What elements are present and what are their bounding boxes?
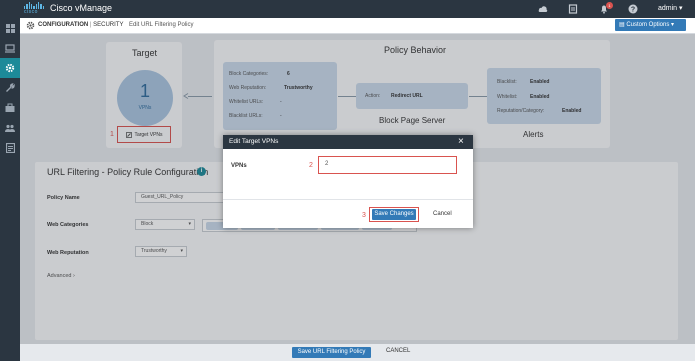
report-icon: [5, 143, 15, 153]
breadcrumb: CONFIGURATION | SECURITY: [38, 22, 124, 28]
annotation-number: 2: [309, 162, 313, 169]
sidebar-item-tools[interactable]: [0, 78, 20, 98]
cloud-icon[interactable]: [538, 4, 548, 14]
cancel-button[interactable]: CANCEL: [386, 348, 410, 354]
wrench-icon: [6, 83, 15, 92]
chevron-down-icon: ▾: [679, 5, 683, 12]
annotation-number: 3: [362, 212, 366, 219]
monitor-icon: [5, 43, 15, 53]
modal-cancel-button[interactable]: Cancel: [433, 211, 452, 217]
gear-icon: [5, 63, 15, 73]
help-icon[interactable]: ?: [628, 4, 638, 14]
modal-title: Edit Target VPNs: [229, 138, 279, 145]
sidebar-item-administration[interactable]: [0, 118, 20, 138]
user-name: admin: [658, 5, 678, 12]
app-title: Cisco vManage: [50, 3, 113, 13]
save-changes-button[interactable]: Save Changes: [372, 209, 416, 220]
sidebar: [0, 18, 20, 361]
user-menu[interactable]: admin ▾: [658, 4, 683, 12]
cisco-logo: cisco: [24, 2, 44, 16]
modal-vpns-label: VPNs: [231, 163, 247, 169]
briefcase-icon: [5, 103, 15, 112]
gear-icon: [26, 21, 35, 30]
sidebar-item-maintenance[interactable]: [0, 98, 20, 118]
sidebar-item-configuration[interactable]: [0, 58, 20, 78]
custom-options-button[interactable]: ▤ Custom Options ▾: [615, 19, 686, 31]
save-policy-button[interactable]: Save URL Filtering Policy: [292, 347, 371, 358]
chevron-down-icon: ▾: [671, 22, 675, 28]
users-icon: [5, 124, 15, 132]
sidebar-item-reports[interactable]: [0, 138, 20, 158]
grid-icon: ▤: [619, 22, 625, 28]
dashboard-icon: [5, 23, 15, 33]
logo-text: cisco: [24, 9, 38, 15]
breadcrumb-section: CONFIGURATION: [38, 22, 89, 28]
sidebar-item-dashboard[interactable]: [0, 18, 20, 38]
tasks-icon[interactable]: [568, 4, 578, 14]
notification-badge: 1: [606, 2, 613, 9]
breadcrumb-page: Edit URL Filtering Policy: [129, 22, 194, 28]
custom-options-label: Custom Options: [626, 22, 670, 28]
close-icon[interactable]: ×: [458, 136, 464, 147]
vpns-input[interactable]: 2: [318, 156, 457, 174]
svg-text:?: ?: [631, 7, 635, 14]
breadcrumb-subsection: SECURITY: [93, 22, 124, 28]
sidebar-item-monitor[interactable]: [0, 38, 20, 58]
modal-divider: [223, 199, 473, 200]
